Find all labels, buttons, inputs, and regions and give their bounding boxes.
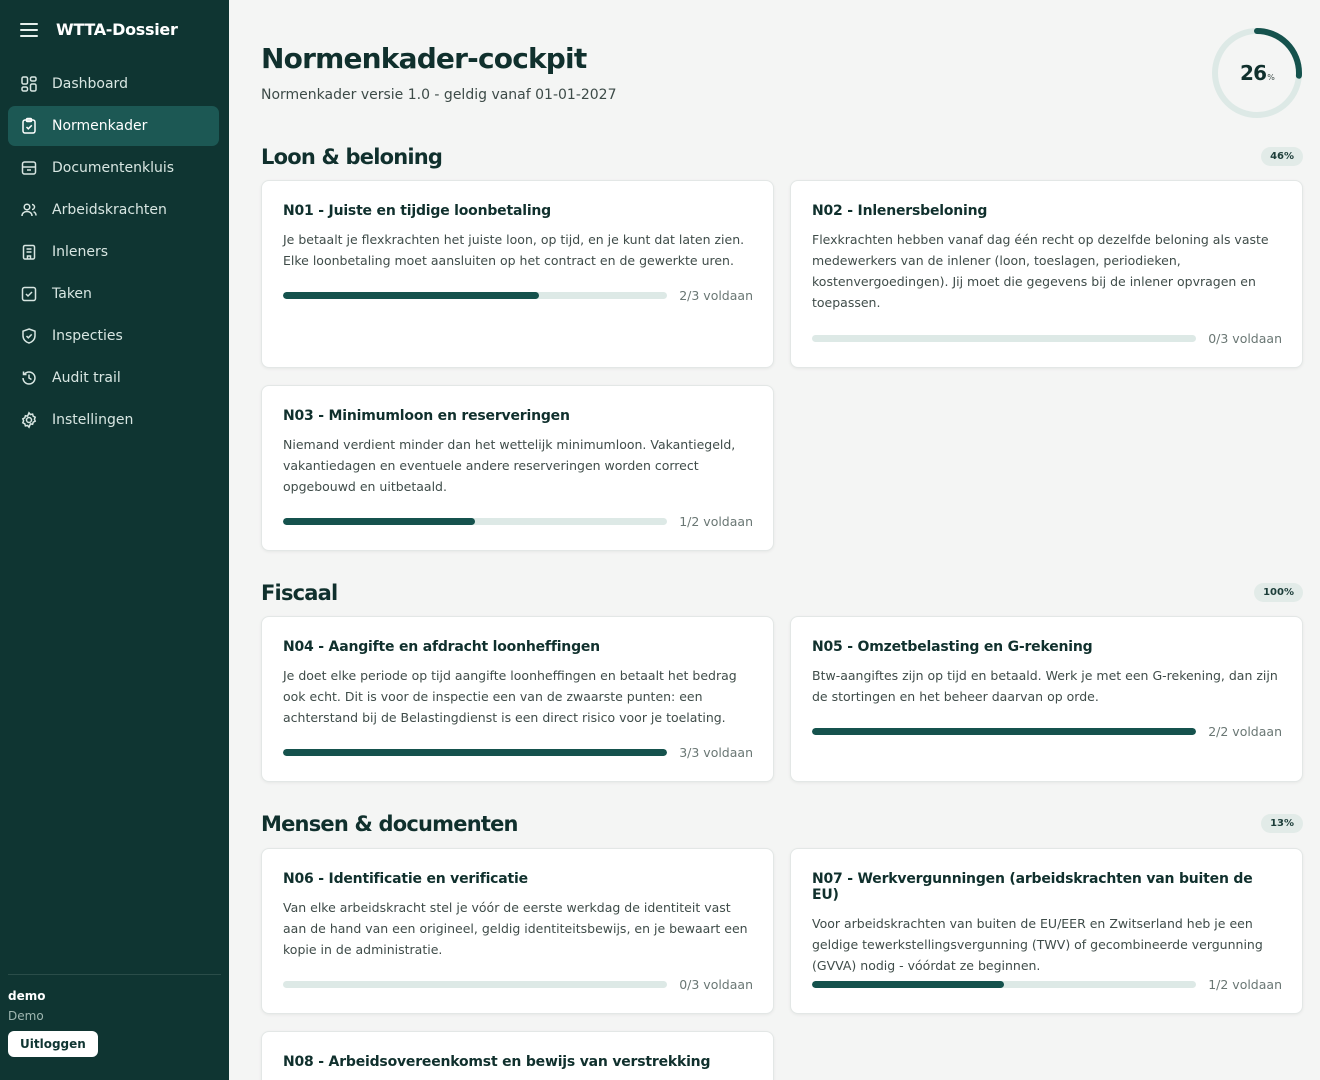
card-progress: 3/3 voldaan [283,745,753,760]
card-progress: 0/3 voldaan [812,331,1282,346]
card-description: Je doet elke periode op tijd aangifte lo… [283,668,737,725]
card-description: Van elke arbeidskracht stel je vóór de e… [283,900,748,957]
section-title: Mensen & documenten [261,812,518,836]
norm-card-n05[interactable]: N05 - Omzetbelasting en G-rekening Btw-a… [790,616,1303,782]
sidebar-item-instellingen[interactable]: Instellingen [8,400,219,440]
user-role: Demo [8,1009,44,1023]
gauge-value: 26% [1239,61,1275,85]
card-title: N01 - Juiste en tijdige loonbetaling [283,203,552,219]
gear-icon [21,411,37,429]
card-title: N07 - Werkvergunningen (arbeidskrachten … [812,871,1253,903]
card-progress: 2/2 voldaan [812,724,1282,739]
shield-check-icon [22,328,36,344]
section-title: Loon & beloning [261,145,443,169]
sidebar-item-audit-trail[interactable]: Audit trail [8,358,219,398]
sidebar-item-label: Inleners [52,244,109,260]
section-fiscaal: Fiscaal 100% [261,581,1303,607]
progress-bar [812,728,1197,735]
progress-bar [283,981,668,988]
progress-label: 0/3 voldaan [679,977,753,992]
card-progress: 2/3 voldaan [283,288,753,303]
main-content: Normenkader-cockpit Normenkader versie 1… [261,0,1303,1080]
app-title: WTTA-Dossier [56,20,178,39]
sidebar-item-dashboard[interactable]: Dashboard [8,64,219,104]
norm-card-n03[interactable]: N03 - Minimumloon en reserveringen Niema… [261,385,774,551]
progress-label: 0/3 voldaan [1208,331,1282,346]
norm-card-n06[interactable]: N06 - Identificatie en verificatie Van e… [261,848,774,1014]
progress-label: 1/2 voldaan [679,514,753,529]
section-loon-beloning: Loon & beloning 46% [261,145,1303,171]
history-icon [22,371,36,385]
sidebar-item-inleners[interactable]: Inleners [8,232,219,272]
sidebar-item-taken[interactable]: Taken [8,274,219,314]
norm-card-n01[interactable]: N01 - Juiste en tijdige loonbetaling Je … [261,180,774,368]
page-title: Normenkader-cockpit [261,42,587,75]
progress-label: 2/2 voldaan [1208,724,1282,739]
sidebar: WTTA-Dossier Dashboard Normenkader Docum… [0,0,229,1080]
section-mensen-documenten: Mensen & documenten 13% [261,812,1303,838]
sidebar-item-label: Dashboard [52,76,128,92]
sidebar-item-normenkader[interactable]: Normenkader [8,106,219,146]
card-title: N05 - Omzetbelasting en G-rekening [812,639,1093,655]
menu-icon[interactable] [20,22,38,37]
sidebar-item-label: Inspecties [52,328,123,344]
progress-bar [283,292,668,299]
logout-button[interactable]: Uitloggen [8,1031,98,1057]
card-title: N06 - Identificatie en verificatie [283,871,528,887]
page-subtitle: Normenkader versie 1.0 - geldig vanaf 01… [261,87,617,103]
section-percentage-badge: 13% [1261,814,1303,833]
sidebar-item-arbeidskrachten[interactable]: Arbeidskrachten [8,190,219,230]
card-description: Voor arbeidskrachten van buiten de EU/EE… [812,916,1263,973]
sidebar-item-label: Audit trail [52,370,121,386]
archive-icon [21,161,37,175]
card-description: Flexkrachten hebben vanaf dag één recht … [812,232,1269,310]
norm-card-n07[interactable]: N07 - Werkvergunningen (arbeidskrachten … [790,848,1303,1014]
users-icon [21,203,37,217]
sidebar-item-inspecties[interactable]: Inspecties [8,316,219,356]
progress-label: 2/3 voldaan [679,288,753,303]
dashboard-icon [21,76,37,92]
progress-bar [812,981,1197,988]
overall-progress-gauge: 26% [1211,27,1303,119]
progress-bar [283,518,668,525]
brand: WTTA-Dossier [20,20,178,39]
sidebar-item-label: Instellingen [52,412,134,428]
user-panel: demo Demo Uitloggen [8,974,221,1057]
sidebar-nav: Dashboard Normenkader Documentenkluis Ar… [8,64,219,442]
section-percentage-badge: 100% [1254,583,1303,602]
norm-card-n04[interactable]: N04 - Aangifte en afdracht loonheffingen… [261,616,774,782]
card-title: N02 - Inlenersbeloning [812,203,988,219]
sidebar-item-label: Documentenkluis [52,160,175,176]
card-description: Je betaalt je flexkrachten het juiste lo… [283,232,745,268]
norm-card-n02[interactable]: N02 - Inlenersbeloning Flexkrachten hebb… [790,180,1303,368]
card-description: Niemand verdient minder dan het wettelij… [283,437,736,494]
card-title: N08 - Arbeidsovereenkomst en bewijs van … [283,1054,711,1070]
sidebar-item-documentenkluis[interactable]: Documentenkluis [8,148,219,188]
user-name: demo [8,989,46,1003]
progress-bar [283,749,668,756]
card-progress: 0/3 voldaan [283,977,753,992]
card-progress: 1/2 voldaan [812,977,1282,992]
sidebar-item-label: Arbeidskrachten [52,202,167,218]
progress-label: 3/3 voldaan [679,745,753,760]
progress-bar [812,335,1197,342]
card-title: N03 - Minimumloon en reserveringen [283,408,570,424]
checkbox-icon [21,286,37,302]
card-description: Btw-aangiftes zijn op tijd en betaald. W… [812,668,1278,704]
building-icon [22,244,36,260]
sidebar-item-label: Normenkader [52,118,148,134]
progress-label: 1/2 voldaan [1208,977,1282,992]
section-percentage-badge: 46% [1261,147,1303,166]
section-title: Fiscaal [261,581,338,605]
clipboard-check-icon [22,117,36,134]
card-title: N04 - Aangifte en afdracht loonheffingen [283,639,600,655]
norm-card-n08[interactable]: N08 - Arbeidsovereenkomst en bewijs van … [261,1031,774,1080]
card-progress: 1/2 voldaan [283,514,753,529]
sidebar-item-label: Taken [52,286,92,302]
